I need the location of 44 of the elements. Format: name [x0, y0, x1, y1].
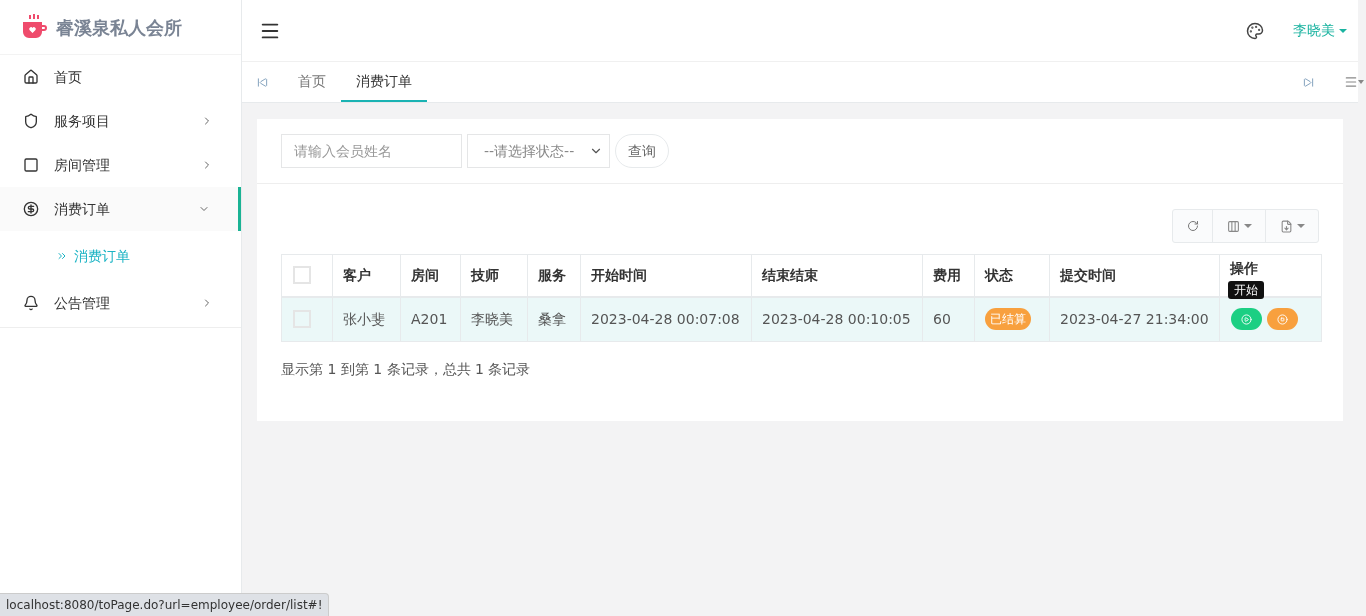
- table-cell: 2023-04-27 21:34:00: [1049, 296, 1220, 342]
- pagination-info: 显示第 1 到第 1 条记录，总共 1 条记录: [281, 360, 532, 379]
- stop-icon: [1277, 313, 1288, 325]
- sidebar-item[interactable]: 服务项目: [0, 99, 241, 143]
- status-select[interactable]: --请选择状态--: [467, 134, 610, 168]
- sidebar-item[interactable]: 房间管理: [0, 143, 241, 187]
- start-button[interactable]: [1231, 308, 1262, 331]
- tooltip: 开始: [1228, 280, 1264, 299]
- column-header: 房间: [400, 254, 461, 297]
- play-icon: [1241, 313, 1252, 325]
- member-name-field[interactable]: 请输入会员姓名: [281, 134, 462, 168]
- table-cell: 2023-04-28 00:07:08: [580, 296, 752, 342]
- double-chevron-icon: [56, 250, 68, 262]
- column-header: 状态: [974, 254, 1050, 297]
- column-header: 服务: [527, 254, 581, 297]
- table-cell: 2023-04-28 00:10:05: [751, 296, 923, 342]
- table-cell: A201: [400, 296, 461, 342]
- browser-status-bar: localhost:8080/toPage.do?url=employee/order/list#!: [0, 593, 330, 616]
- status-badge: 已结算: [985, 308, 1031, 331]
- sidebar-item[interactable]: 公告管理: [0, 281, 241, 325]
- query-button[interactable]: 查询: [615, 134, 669, 168]
- brand-title: 睿溪泉私人会所: [56, 15, 182, 40]
- palette-icon[interactable]: [1246, 21, 1264, 40]
- sidebar-item[interactable]: 消费订单: [0, 187, 241, 231]
- stop-button[interactable]: [1267, 308, 1298, 331]
- table-cell: 李晓美: [460, 296, 528, 342]
- column-header: 结束结束: [751, 254, 923, 297]
- column-header: 开始时间: [580, 254, 752, 297]
- skip-back-icon[interactable]: [257, 76, 268, 88]
- page-tab[interactable]: 首页: [283, 62, 341, 102]
- sidebar-item[interactable]: 首页: [0, 55, 241, 99]
- table-cell: 张小斐: [332, 296, 401, 342]
- column-header: 客户: [332, 254, 401, 297]
- tab-menu-icon[interactable]: [1344, 75, 1364, 89]
- table-cell: 桑拿: [527, 296, 581, 342]
- column-header: 提交时间: [1049, 254, 1220, 297]
- select-all-checkbox[interactable]: [293, 266, 311, 285]
- column-header: 技师: [460, 254, 528, 297]
- coffee-cup-icon: [22, 14, 48, 40]
- table-cell: 60: [922, 296, 975, 342]
- column-header: 费用: [922, 254, 975, 297]
- caret-icon: [1339, 28, 1347, 33]
- skip-forward-icon[interactable]: [1303, 76, 1314, 88]
- page-tab[interactable]: 消费订单: [341, 62, 427, 102]
